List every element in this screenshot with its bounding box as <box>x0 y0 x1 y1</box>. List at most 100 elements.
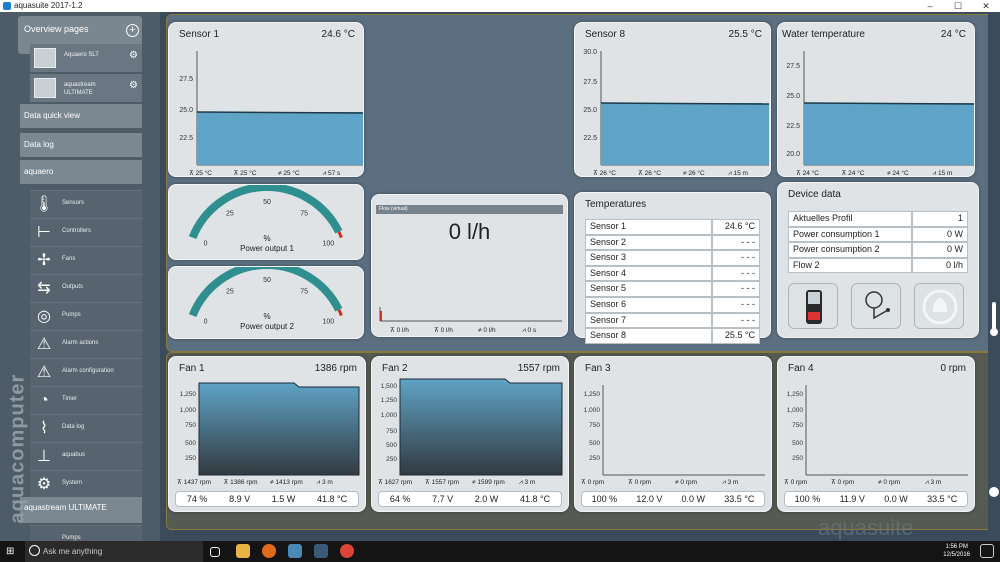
sensor-8-panel[interactable]: Sensor 8 25.5 °C 30.0 27.5 25.0 22.5 ⊼ 26 °C… <box>574 22 771 177</box>
y-tick-label: 1,250 <box>180 391 197 398</box>
title-bar: aquasuite 2017-1.2 – ☐ ✕ <box>0 0 1000 12</box>
chart-footer-label: ⩘ 3 m <box>519 479 535 486</box>
sidebar-item-fans[interactable]: ✢ Fans <box>30 246 142 274</box>
overview-device-aquaero[interactable]: Aquaero SLT ⚙ <box>30 44 142 72</box>
flow-panel[interactable]: Flow (virtual) 0 l/h ⊼ 0 l/h ⊼ 0 l/h ≠ 0 l… <box>371 194 568 337</box>
power-output-2-gauge[interactable]: 0 25 50 75 100% Power output 2 <box>168 266 364 339</box>
device-data-panel[interactable]: Device data Aktuelles Profil 1 Power consu… <box>777 182 979 338</box>
y-tick-label: 20.0 <box>786 151 800 158</box>
firefox-icon[interactable] <box>262 544 276 558</box>
fan-4-chart: 1,250 1,000 750 500 250 ⊼ 0 rpm ⊼ 0 rpm ≠ 0 rpm… <box>784 385 968 486</box>
aquasuite-taskbar-icon[interactable] <box>288 544 302 558</box>
y-tick-label: 22.5 <box>179 135 193 142</box>
chrome-icon[interactable] <box>340 544 354 558</box>
minimize-button[interactable]: – <box>916 0 944 12</box>
sensor-1-panel[interactable]: Sensor 1 24.6 °C 27.5 25.0 22.5 ⊼ 25 °C ⊼ 25… <box>168 22 364 177</box>
chart-footer-label: ⩘ 3 m <box>925 479 941 486</box>
sidebar-item-aquabus[interactable]: ⊥ aquabus <box>30 442 142 470</box>
taskbar-search[interactable]: Ask me anything <box>25 541 203 562</box>
window-title: aquasuite 2017-1.2 <box>14 1 83 10</box>
sidebar-item-alarm-actions[interactable]: ⚠ Alarm actions <box>30 330 142 358</box>
sidebar-item-sensors[interactable]: 🌡 Sensors <box>30 190 142 218</box>
brand-logo: aquacomputer <box>6 373 29 524</box>
maximize-button[interactable]: ☐ <box>944 0 972 12</box>
fan-2-chart: 1,500 1,250 1,000 750 500 250 ⊼ 1627 rpm ⊼ 1557… <box>378 378 563 486</box>
overview-pages-title: Overview pages <box>24 24 89 34</box>
sidebar-item-system[interactable]: ⚙ System <box>30 470 142 498</box>
chart-footer-label: ⊼ 0 rpm <box>784 478 807 486</box>
fan-3-panel[interactable]: Fan 3 1,250 1,000 750 500 250 ⊼ 0 rpm ⊼ 0 rpm ≠… <box>574 356 772 512</box>
row-name: Sensor 8 <box>585 328 712 344</box>
fan-4-panel[interactable]: Fan 4 0 rpm 1,250 1,000 750 500 250 ⊼ 0 rpm ⊼ … <box>777 356 975 512</box>
fan-power: 1.5 W <box>271 494 296 504</box>
sidebar-item-controllers[interactable]: ⊢ Controllers <box>30 218 142 246</box>
gauge-tick-label: 0 <box>204 241 208 248</box>
lightbulb-button[interactable] <box>851 283 901 329</box>
footer-value: 0 s <box>527 327 536 334</box>
fan-temperature: 33.5 °C <box>927 494 958 504</box>
y-tick-label: 1,250 <box>787 391 804 398</box>
y-tick-label: 22.5 <box>786 123 800 130</box>
file-explorer-icon[interactable] <box>236 544 250 558</box>
footer-value: 25 °C <box>240 169 257 177</box>
y-tick-label: 750 <box>386 428 397 435</box>
windows-start-icon[interactable]: ⊞ <box>6 546 14 557</box>
row-name: Sensor 7 <box>585 312 712 329</box>
device-settings-icon[interactable]: ⚙ <box>129 80 138 91</box>
menu-aquaero[interactable]: aquaero <box>20 160 142 184</box>
chart-footer-label: ⊼ 24 °C <box>842 169 865 177</box>
task-view-icon[interactable] <box>210 547 220 557</box>
y-tick-label: 250 <box>589 455 600 462</box>
y-tick-label: 1,000 <box>584 407 601 414</box>
y-tick-label: 500 <box>792 440 803 447</box>
close-button[interactable]: ✕ <box>972 0 1000 12</box>
y-tick-label: 750 <box>792 422 803 429</box>
y-tick-label: 25.0 <box>583 107 597 114</box>
footer-value: 1627 rpm <box>385 479 412 486</box>
row-value: 25.5 °C <box>712 328 760 344</box>
gauge-tick-label: 25 <box>226 210 234 217</box>
power-output-1-gauge[interactable]: 0 25 50 75 100% Power output 1 <box>168 184 364 260</box>
pump-device-button[interactable] <box>788 283 838 329</box>
y-tick-label: 500 <box>386 442 397 449</box>
overview-device-aquastream[interactable]: aquastream ULTIMATE ⚙ <box>30 74 142 102</box>
sidebar-item-pumps-cut[interactable]: Pumps <box>30 525 142 541</box>
table-row: Sensor 4- - - <box>585 265 760 282</box>
menu-data-log[interactable]: Data log <box>20 133 142 157</box>
sidebar-item-alarm-configuration[interactable]: ⚠ Alarm configuration <box>30 358 142 386</box>
chart-area-fill <box>198 382 360 476</box>
menu-data-quick-view[interactable]: Data quick view <box>20 104 142 128</box>
series-marker <box>380 311 382 321</box>
water-temperature-panel[interactable]: Water temperature 24 °C 27.5 25.0 22.5 20.0… <box>777 22 975 177</box>
y-tick-label: 500 <box>589 440 600 447</box>
clock-time: 1:56 PM <box>945 544 968 550</box>
footer-value: 26 °C <box>645 169 662 177</box>
gauge-red-zone <box>337 231 343 239</box>
add-page-icon[interactable]: + <box>126 24 139 37</box>
device-settings-icon[interactable]: ⚙ <box>129 50 138 61</box>
sidebar-item-label: System <box>62 480 83 486</box>
y-tick-label: 30.0 <box>583 49 597 56</box>
gauge-tick-label: 25 <box>226 288 234 295</box>
temperatures-panel[interactable]: Temperatures Sensor 1 24.6 °C Sensor 2- - … <box>574 192 771 344</box>
fan-1-panel[interactable]: Fan 1 1386 rpm 1,250 1,000 750 500 250 ⊼ 1437… <box>168 356 366 512</box>
sidebar-item-timer[interactable]: ◔ Timer <box>30 386 142 414</box>
notifications-icon[interactable] <box>980 544 994 558</box>
gauge-tick-label: 100 <box>323 319 335 326</box>
sidebar-item-data-log[interactable]: ⌇ Data log <box>30 414 142 442</box>
sidebar-item-label: Alarm configuration <box>62 368 114 374</box>
row-name: Sensor 1 <box>585 219 712 235</box>
aquasuite-watermark: aquasuite <box>818 515 914 540</box>
sidebar-item-pumps[interactable]: ◎ Pumps <box>30 302 142 330</box>
y-tick-label: 750 <box>185 422 196 429</box>
alarm-bell-button[interactable] <box>914 283 964 329</box>
fan-percent: 64 % <box>389 494 411 504</box>
table-row: Sensor 1 24.6 °C <box>585 219 760 235</box>
system-clock[interactable]: 1:56 PM 12/5/2016 <box>943 543 970 559</box>
fan-2-panel[interactable]: Fan 2 1557 rpm 1,500 1,250 1,000 750 500 250 ⊼… <box>371 356 569 512</box>
menu-aquastream[interactable]: aquastream ULTIMATE <box>20 497 142 523</box>
steam-icon[interactable] <box>314 544 328 558</box>
sidebar-item-outputs[interactable]: ⇆ Outputs <box>30 274 142 302</box>
fan-stats: 64 % 7.7 V 2.0 W 41.8 °C <box>378 491 562 507</box>
footer-value: 1557 rpm <box>432 479 459 486</box>
